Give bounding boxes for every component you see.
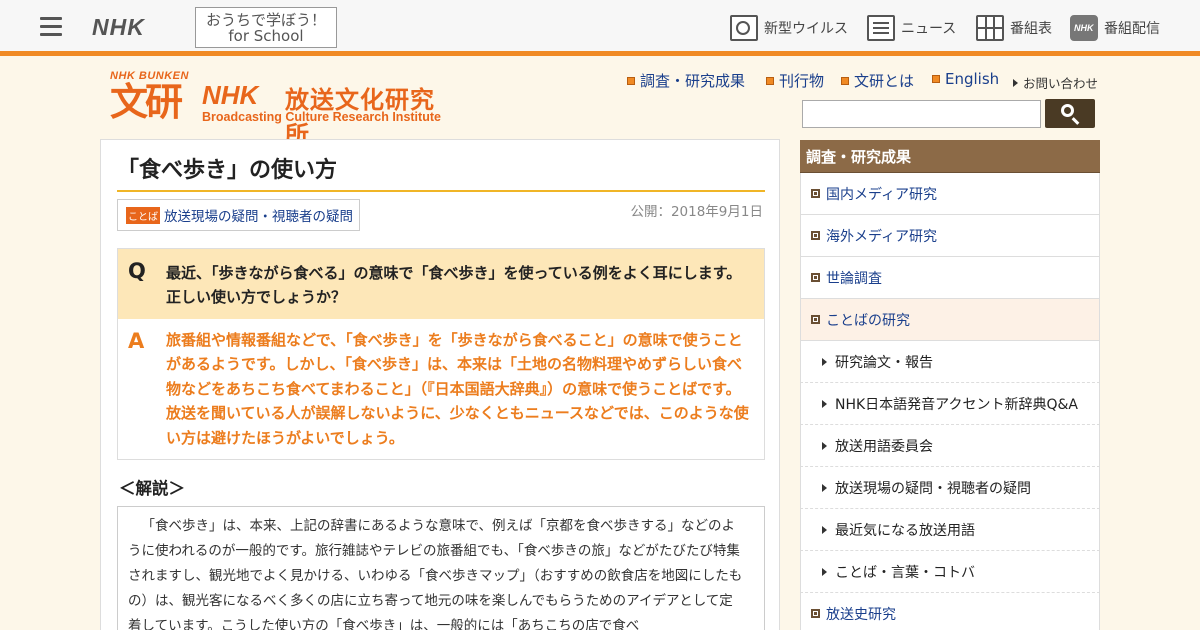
- triangle-right-icon: [822, 357, 827, 366]
- category-link[interactable]: ことば 放送現場の疑問・視聴者の疑問: [117, 199, 360, 231]
- gnav-virus-label: 新型ウイルス: [764, 21, 848, 37]
- subnav-english[interactable]: English: [932, 70, 999, 88]
- category-badge: ことば: [126, 206, 160, 224]
- square-bullet-icon: [627, 76, 635, 85]
- page-title: 「食べ歩き」の使い方: [117, 152, 765, 192]
- square-bullet-icon: [811, 315, 820, 324]
- bunken-nhk: NHK: [202, 80, 259, 110]
- square-bullet-icon: [932, 75, 940, 83]
- side-menu-item-label: ことばの研究: [826, 312, 910, 329]
- side-menu: 調査・研究成果 国内メディア研究 海外メディア研究 世論調査ことばの研究研究論文・報…: [800, 140, 1100, 630]
- triangle-right-icon: [822, 483, 827, 492]
- side-menu-item-label: NHK日本語発音アクセント新辞典Q&A: [835, 396, 1078, 413]
- side-menu-item[interactable]: 最近気になる放送用語: [800, 509, 1100, 551]
- triangle-right-icon: [822, 567, 827, 576]
- side-menu-item[interactable]: ことば・言葉・コトバ: [800, 551, 1100, 593]
- for-school-line2: for School: [228, 27, 304, 45]
- program-table-icon: [976, 15, 1004, 41]
- nhk-logo[interactable]: NHK: [92, 14, 145, 41]
- side-menu-item[interactable]: 放送史研究: [800, 593, 1100, 630]
- answer-mark: A: [128, 329, 145, 353]
- side-menu-item-label: ことば・言葉・コトバ: [835, 564, 975, 581]
- subnav-contact-label: お問い合わせ: [1023, 76, 1099, 91]
- virus-icon: [730, 15, 758, 41]
- side-menu-item[interactable]: 放送現場の疑問・視聴者の疑問: [800, 467, 1100, 509]
- gnav-nhk-plus-label: 番組配信: [1104, 21, 1160, 37]
- answer-text: 旅番組や情報番組などで、「食べ歩き」を「歩きながら食べること」の意味で使うことが…: [166, 331, 749, 447]
- square-bullet-icon: [811, 189, 820, 198]
- gnav-news[interactable]: ニュース: [867, 14, 956, 42]
- question-row: Q 最近、「歩きながら食べる」の意味で「食べ歩き」を使っている例をよく耳にします…: [118, 249, 764, 319]
- commentary-heading: ＜解説＞: [119, 479, 185, 498]
- for-school-link[interactable]: おうちで学ぼう！ for School: [195, 7, 337, 48]
- subnav-about-label: 文研とは: [854, 72, 915, 90]
- side-menu-item[interactable]: NHK日本語発音アクセント新辞典Q&A: [800, 383, 1100, 425]
- side-menu-item[interactable]: 海外メディア研究: [800, 215, 1100, 257]
- square-bullet-icon: [811, 273, 820, 282]
- side-menu-item[interactable]: 放送用語委員会: [800, 425, 1100, 467]
- side-menu-item[interactable]: 国内メディア研究: [800, 173, 1100, 215]
- square-bullet-icon: [811, 609, 820, 618]
- triangle-right-icon: [822, 525, 827, 534]
- subnav-english-label: English: [945, 70, 1000, 88]
- category-label: 放送現場の疑問・視聴者の疑問: [164, 209, 353, 225]
- side-menu-item[interactable]: 世論調査: [800, 257, 1100, 299]
- article-card: 「食べ歩き」の使い方 ことば 放送現場の疑問・視聴者の疑問 公開：2018年9月…: [100, 139, 780, 630]
- published-date: 公開：2018年9月1日: [630, 204, 763, 220]
- question-mark: Q: [128, 259, 146, 283]
- square-bullet-icon: [766, 76, 774, 85]
- side-menu-item-label: 海外メディア研究: [826, 228, 938, 245]
- search-icon: [1061, 104, 1074, 117]
- bunken-name-en: Broadcasting Culture Research Institute: [202, 110, 441, 124]
- gnav-virus[interactable]: 新型ウイルス: [730, 14, 848, 42]
- gnav-program-table[interactable]: 番組表: [976, 14, 1052, 42]
- news-icon: [867, 15, 895, 41]
- global-header: NHK おうちで学ぼう！ for School 新型ウイルス ニュース 番組表 …: [0, 0, 1200, 56]
- for-school-line1: おうちで学ぼう！: [205, 11, 326, 29]
- answer-row: A 旅番組や情報番組などで、「食べ歩き」を「歩きながら食べること」の意味で使うこ…: [118, 319, 764, 460]
- square-bullet-icon: [841, 76, 849, 85]
- triangle-right-icon: [822, 399, 827, 408]
- qa-box: Q 最近、「歩きながら食べる」の意味で「食べ歩き」を使っている例をよく耳にします…: [117, 248, 765, 461]
- question-text: 最近、「歩きながら食べる」の意味で「食べ歩き」を使っている例をよく耳にします。正…: [166, 264, 742, 306]
- subnav-research-label: 調査・研究成果: [640, 72, 746, 90]
- side-menu-item-label: 研究論文・報告: [835, 354, 933, 371]
- square-bullet-icon: [811, 231, 820, 240]
- bunken-mark: 文研: [110, 80, 183, 124]
- subnav-publications-label: 刊行物: [779, 72, 825, 90]
- gnav-news-label: ニュース: [901, 21, 957, 37]
- subnav-about[interactable]: 文研とは: [841, 70, 914, 91]
- search-button[interactable]: [1045, 99, 1095, 128]
- side-menu-heading: 調査・研究成果: [800, 140, 1100, 173]
- side-menu-item-label: 国内メディア研究: [826, 186, 938, 203]
- side-menu-item-label: 放送現場の疑問・視聴者の疑問: [835, 480, 1031, 497]
- triangle-right-icon: [822, 441, 827, 450]
- bunken-logo[interactable]: NHK BUNKEN 文研 NHK 放送文化研究所 Broadcasting C…: [110, 70, 450, 149]
- hamburger-menu-icon[interactable]: [40, 17, 62, 37]
- triangle-right-icon: [1013, 78, 1018, 87]
- gnav-program-table-label: 番組表: [1010, 21, 1052, 37]
- nhk-plus-icon: [1070, 15, 1098, 41]
- side-menu-item[interactable]: ことばの研究: [800, 299, 1100, 341]
- commentary-body: 「食べ歩き」は、本来、上記の辞書にあるような意味で、例えば「京都を食べ歩きする」…: [117, 506, 765, 630]
- side-menu-item-label: 最近気になる放送用語: [835, 522, 975, 539]
- side-menu-item-label: 世論調査: [826, 270, 882, 287]
- subnav-research[interactable]: 調査・研究成果: [627, 70, 745, 91]
- subnav-contact[interactable]: お問い合わせ: [1013, 73, 1098, 92]
- side-menu-item[interactable]: 研究論文・報告: [800, 341, 1100, 383]
- gnav-nhk-plus[interactable]: 番組配信: [1070, 14, 1160, 42]
- subnav-publications[interactable]: 刊行物: [766, 70, 824, 91]
- side-menu-item-label: 放送用語委員会: [835, 438, 933, 455]
- search-input[interactable]: [802, 100, 1041, 128]
- side-menu-item-label: 放送史研究: [826, 606, 896, 623]
